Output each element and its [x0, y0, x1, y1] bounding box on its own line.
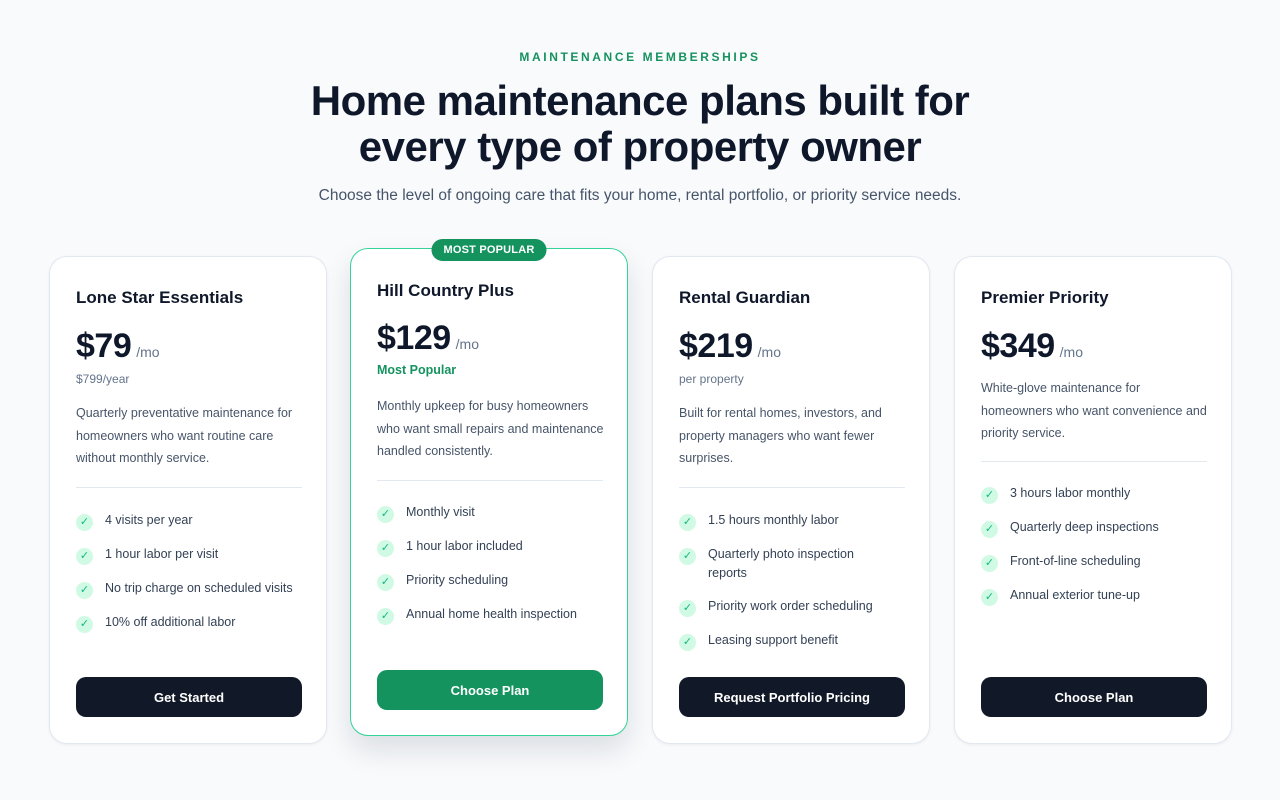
plan-name: Premier Priority [981, 288, 1109, 307]
check-icon: ✓ [679, 600, 696, 617]
plan-card-rental-guardian: Rental Guardian $219 /mo per property Bu… [652, 256, 930, 744]
plan-name: Hill Country Plus [377, 281, 514, 300]
check-icon: ✓ [76, 616, 93, 633]
price-period: /mo [757, 344, 781, 360]
check-icon: ✓ [679, 548, 696, 565]
plan-card-premier-priority: Premier Priority $349 /mo White-glove ma… [954, 256, 1232, 744]
plan-card-hill-country-plus: MOST POPULAR Hill Country Plus $129 /mo … [350, 239, 628, 736]
divider [981, 461, 1207, 462]
price-row: $129 /mo [377, 319, 479, 358]
feature-text: 4 visits per year [105, 513, 193, 527]
plan-description: Quarterly preventative maintenance for h… [76, 406, 293, 465]
feature-text: 3 hours labor monthly [1010, 486, 1131, 500]
check-icon: ✓ [377, 506, 394, 523]
feature-item: ✓ Annual home health inspection [377, 605, 613, 625]
price-row: $219 /mo [679, 327, 781, 366]
feature-text: No trip charge on scheduled visits [105, 581, 293, 595]
price-period: /mo [1059, 344, 1083, 360]
feature-list: ✓ 3 hours labor monthly ✓ Quarterly deep i… [981, 484, 1217, 620]
feature-text: Priority work order scheduling [708, 599, 873, 613]
feature-item: ✓ 1 hour labor per visit [76, 545, 312, 565]
price-period: /mo [136, 344, 160, 360]
feature-text: 10% off additional labor [105, 615, 236, 629]
feature-item: ✓ 1.5 hours monthly labor [679, 511, 915, 531]
feature-item: ✓ Quarterly photo inspection reports [679, 545, 915, 583]
price-period: /mo [455, 336, 479, 352]
feature-item: ✓ 10% off additional labor [76, 613, 312, 633]
check-icon: ✓ [377, 540, 394, 557]
price-row: $349 /mo [981, 327, 1083, 366]
check-icon: ✓ [981, 589, 998, 606]
plan-name: Rental Guardian [679, 288, 811, 307]
feature-item: ✓ 1 hour labor included [377, 537, 613, 557]
feature-list: ✓ 4 visits per year ✓ 1 hour labor per vis… [76, 511, 312, 647]
most-popular-badge: MOST POPULAR [431, 239, 547, 261]
check-icon: ✓ [981, 487, 998, 504]
plan-price: $79 [76, 327, 132, 365]
price-row: $79 /mo [76, 327, 160, 366]
price-note: $799/year [76, 372, 130, 386]
feature-text: Leasing support benefit [708, 633, 838, 647]
plan-description: White-glove maintenance for homeowners w… [981, 381, 1207, 440]
plan-price: $129 [377, 319, 451, 357]
feature-text: Annual home health inspection [406, 607, 577, 621]
plan-card-lone-star-essentials: Lone Star Essentials $79 /mo $799/year Q… [49, 256, 327, 744]
feature-text: Priority scheduling [406, 573, 509, 587]
plan-description: Monthly upkeep for busy homeowners who w… [377, 399, 604, 458]
feature-item: ✓ No trip charge on scheduled visits [76, 579, 312, 599]
request-portfolio-pricing-button[interactable]: Request Portfolio Pricing [679, 677, 905, 717]
feature-text: 1 hour labor per visit [105, 547, 219, 561]
check-icon: ✓ [377, 608, 394, 625]
check-icon: ✓ [76, 548, 93, 565]
feature-list: ✓ Monthly visit ✓ 1 hour labor included ✓ P… [377, 503, 613, 639]
check-icon: ✓ [679, 514, 696, 531]
feature-item: ✓ Front-of-line scheduling [981, 552, 1217, 572]
feature-text: Quarterly photo inspection reports [708, 547, 854, 580]
check-icon: ✓ [981, 521, 998, 538]
feature-item: ✓ Monthly visit [377, 503, 613, 523]
feature-text: 1.5 hours monthly labor [708, 513, 839, 527]
page-title: Home maintenance plans built for every t… [0, 78, 1280, 170]
feature-item: ✓ 3 hours labor monthly [981, 484, 1217, 504]
check-icon: ✓ [377, 574, 394, 591]
feature-text: Front-of-line scheduling [1010, 554, 1141, 568]
plan-description: Built for rental homes, investors, and p… [679, 406, 882, 465]
check-icon: ✓ [679, 634, 696, 651]
price-note: per property [679, 372, 744, 386]
page-title-line-2: every type of property owner [358, 123, 922, 170]
check-icon: ✓ [76, 514, 93, 531]
feature-item: ✓ 4 visits per year [76, 511, 312, 531]
check-icon: ✓ [981, 555, 998, 572]
feature-list: ✓ 1.5 hours monthly labor ✓ Quarterly phot… [679, 511, 915, 665]
feature-item: ✓ Priority work order scheduling [679, 597, 915, 617]
feature-text: Quarterly deep inspections [1010, 520, 1159, 534]
plan-price: $349 [981, 327, 1055, 365]
feature-item: ✓ Quarterly deep inspections [981, 518, 1217, 538]
divider [377, 480, 603, 481]
plan-price: $219 [679, 327, 753, 365]
feature-item: ✓ Annual exterior tune-up [981, 586, 1217, 606]
feature-text: 1 hour labor included [406, 539, 523, 553]
section-eyebrow: MAINTENANCE MEMBERSHIPS [519, 50, 761, 64]
feature-text: Monthly visit [406, 505, 475, 519]
divider [76, 487, 302, 488]
divider [679, 487, 905, 488]
plan-name: Lone Star Essentials [76, 288, 244, 307]
check-icon: ✓ [76, 582, 93, 599]
feature-item: ✓ Leasing support benefit [679, 631, 915, 651]
choose-plan-button[interactable]: Choose Plan [981, 677, 1207, 717]
page-title-line-1: Home maintenance plans built for [310, 77, 970, 124]
get-started-button[interactable]: Get Started [76, 677, 302, 717]
feature-text: Annual exterior tune-up [1010, 588, 1140, 602]
page-subtitle: Choose the level of ongoing care that fi… [318, 187, 962, 204]
feature-item: ✓ Priority scheduling [377, 571, 613, 591]
choose-plan-button[interactable]: Choose Plan [377, 670, 603, 710]
price-note: Most Popular [377, 363, 457, 377]
